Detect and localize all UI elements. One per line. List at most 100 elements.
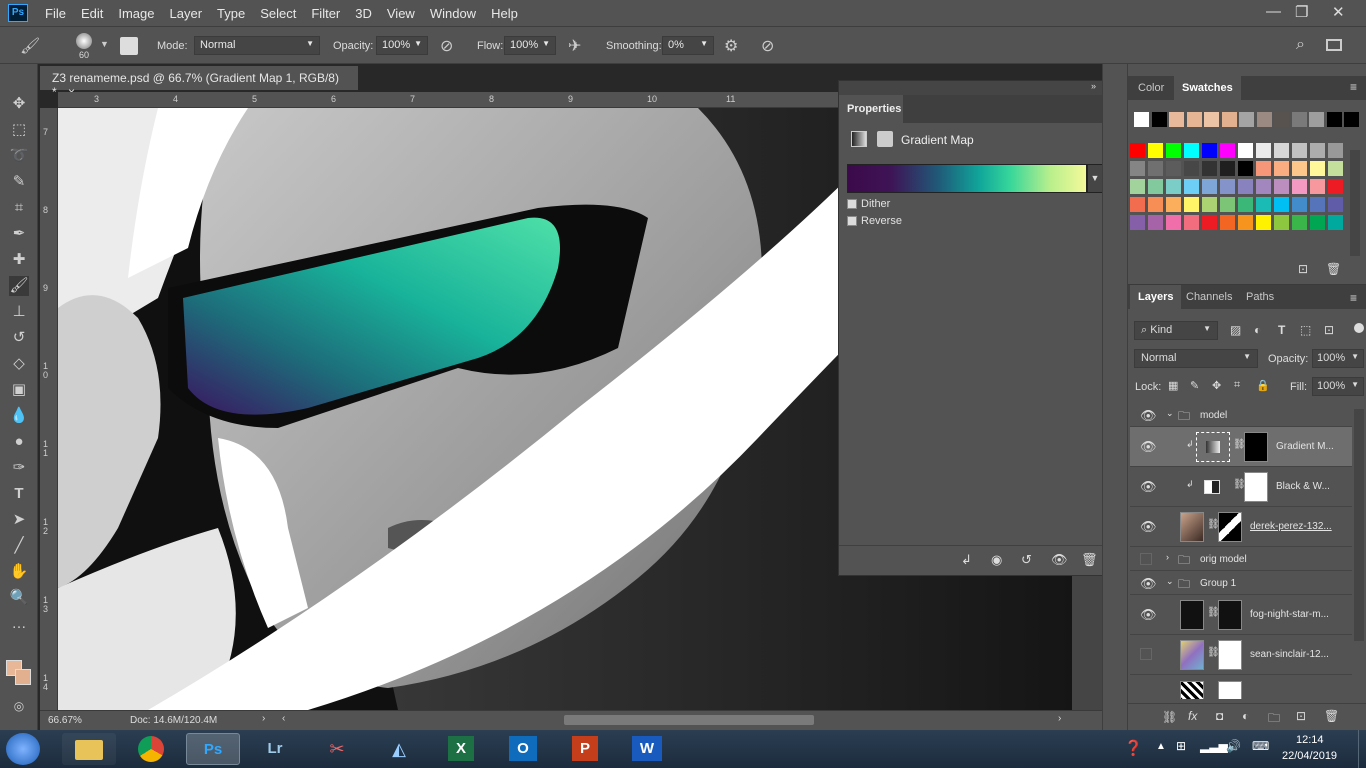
eyedropper-icon[interactable]: ✒ [9,224,29,244]
fx-icon[interactable]: fx [1188,709,1197,723]
layer-fill-input[interactable]: 100% ▼ [1312,377,1364,396]
recent-swatch[interactable] [1274,112,1289,127]
swatch[interactable] [1130,179,1145,194]
horizontal-scrollbar[interactable] [564,715,814,725]
recent-swatch[interactable] [1204,112,1219,127]
swatch[interactable] [1202,197,1217,212]
brush-tool-icon[interactable]: 🖌 [9,276,29,296]
swatch[interactable] [1292,179,1307,194]
word-taskbar-icon[interactable]: W [620,733,674,765]
gradient-dropdown[interactable]: ▼ [1087,164,1103,193]
file-explorer-icon[interactable] [62,733,116,765]
swatch[interactable] [1328,179,1343,194]
trash-icon[interactable]: 🗑 [1326,262,1341,276]
swatch[interactable] [1202,179,1217,194]
swatch[interactable] [1274,143,1289,158]
swatch[interactable] [1166,179,1181,194]
show-desktop-button[interactable] [1358,730,1366,768]
swatch[interactable] [1274,215,1289,230]
visibility-eye-icon[interactable]: 👁 [1140,479,1157,495]
clock-time[interactable]: 12:14 [1296,734,1324,746]
chevron-right-icon[interactable]: › [262,713,265,724]
swatch[interactable] [1220,143,1235,158]
recent-swatch[interactable] [1344,112,1359,127]
layers-scrollbar[interactable] [1354,409,1364,641]
swatch[interactable] [1256,161,1271,176]
hand-tool-icon[interactable]: ✋ [9,562,29,582]
swatch[interactable] [1310,179,1325,194]
image-thumbnail[interactable] [1180,681,1204,699]
signal-icon[interactable]: ▂▃▅ [1200,739,1228,753]
layer-row-selected[interactable]: 👁 ↲ ⛓ Gradient M... [1130,427,1352,467]
swatch[interactable] [1256,179,1271,194]
add-mask-icon[interactable]: ◘ [1216,709,1223,723]
mask-thumbnail[interactable] [1218,512,1242,542]
brush-settings-icon[interactable] [120,37,138,55]
adjustment-thumbnail[interactable] [1196,432,1230,462]
recent-swatch[interactable] [1256,112,1272,127]
smart-object-filter-icon[interactable]: ⊡ [1324,323,1334,337]
quick-mask-icon[interactable]: ◎ [9,696,29,716]
swatch[interactable] [1310,143,1325,158]
swatch[interactable] [1274,197,1289,212]
image-thumbnail[interactable] [1180,512,1204,542]
visibility-eye-icon[interactable]: 👁 [1140,439,1157,455]
swatch[interactable] [1148,161,1163,176]
new-swatch-icon[interactable]: ⊡ [1298,262,1308,276]
lasso-tool-icon[interactable]: ➰ [9,146,29,166]
clip-to-layer-icon[interactable]: ↲ [961,552,972,568]
filter-toggle-icon[interactable] [1354,323,1364,333]
recent-swatch[interactable] [1221,112,1237,127]
start-button[interactable] [6,733,40,765]
swatch[interactable] [1238,215,1253,230]
visibility-eye-icon[interactable]: 👁 [1140,408,1157,424]
swatch[interactable] [1130,215,1145,230]
path-select-icon[interactable]: ➤ [9,510,29,530]
background-color-swatch[interactable] [15,669,31,685]
view-previous-icon[interactable]: ◉ [991,552,1002,568]
pressure-size-icon[interactable]: ⊘ [761,36,774,56]
menu-type[interactable]: Type [217,6,245,21]
swatch[interactable] [1328,143,1343,158]
black-white-adjustment-icon[interactable] [1204,480,1220,494]
visibility-eye-icon[interactable]: 👁 [1140,576,1157,592]
swatch[interactable] [1274,179,1289,194]
visibility-eye-icon[interactable]: 👁 [1140,607,1157,623]
new-adjustment-icon[interactable]: ◐ [1242,709,1249,723]
tray-chevron-icon[interactable]: ▲ [1156,741,1166,752]
stamp-tool-icon[interactable]: ⊥ [9,302,29,322]
airbrush-icon[interactable]: ✈ [568,36,581,56]
menu-view[interactable]: View [387,6,415,21]
swatch[interactable] [1238,161,1253,176]
new-layer-icon[interactable]: ⊡ [1296,709,1306,723]
scroll-right-icon[interactable]: › [1058,713,1061,724]
swatch[interactable] [1292,215,1307,230]
swatch[interactable] [1202,161,1217,176]
smoothing-input[interactable]: 0% ▼ [662,36,714,55]
menu-image[interactable]: Image [118,6,154,21]
swatch[interactable] [1220,179,1235,194]
type-filter-icon[interactable]: T [1278,323,1285,337]
search-icon[interactable]: ⌕ [1296,36,1305,54]
recent-swatch[interactable] [1151,112,1167,127]
clock-date[interactable]: 22/04/2019 [1282,750,1337,762]
layer-row[interactable]: ⛓ sean-sinclair-12... [1130,635,1352,675]
history-brush-icon[interactable]: ↺ [9,328,29,348]
snipping-tool-icon[interactable]: ✂ [310,733,364,765]
help-icon[interactable]: ❓ [1124,739,1143,757]
layer-group-row[interactable]: 👁 ⌄ 🗀 Group 1 [1130,571,1352,595]
recent-swatch[interactable] [1309,112,1324,127]
tab-channels[interactable]: Channels [1178,285,1240,309]
menu-help[interactable]: Help [491,6,518,21]
recent-swatch[interactable] [1239,112,1254,127]
recent-swatch[interactable] [1326,112,1342,127]
artboard-lock-icon[interactable]: ⌗ [1234,379,1240,392]
panel-menu-icon[interactable]: ≡ [1350,80,1357,94]
swatch[interactable] [1274,161,1289,176]
swatch[interactable] [1310,197,1325,212]
volume-icon[interactable]: 🔊 [1226,739,1241,753]
visibility-empty-box[interactable] [1140,648,1152,660]
gear-icon[interactable]: ⚙ [724,36,738,56]
chevron-right-icon[interactable]: › [1166,552,1169,562]
layer-row[interactable]: 👁 ↲ ⛓ Black & W... [1130,467,1352,507]
